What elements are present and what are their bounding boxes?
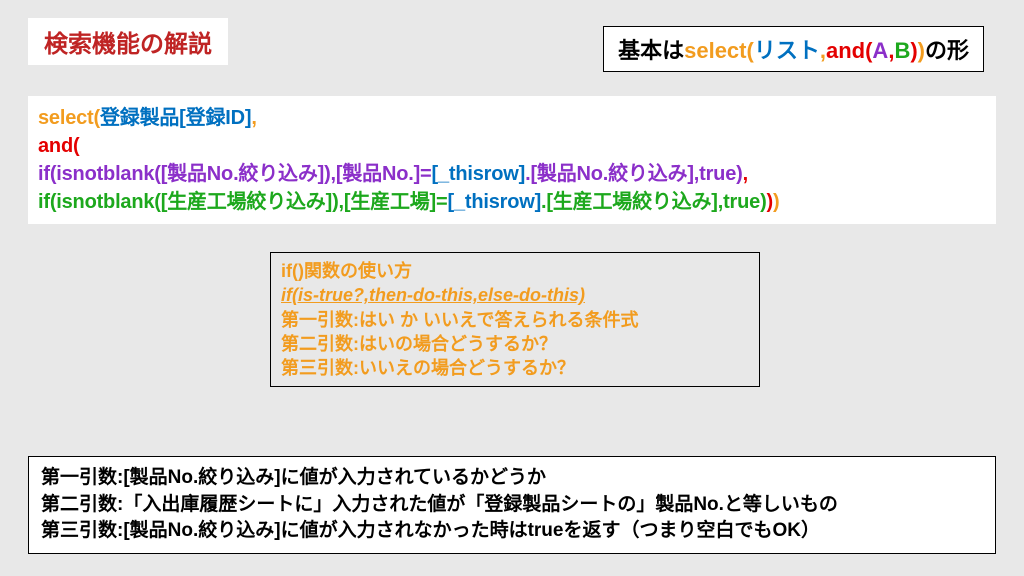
usage-arg3: 第三引数:いいえの場合どうするか？: [281, 356, 749, 380]
code-select-arg: 登録製品[登録ID]: [100, 107, 251, 129]
args-box: 第一引数:[製品No.絞り込み]に値が入力されているかどうか 第二引数:「入出庫…: [28, 456, 996, 554]
usage-arg1: 第一引数:はい か いいえで答えられる条件式: [281, 308, 749, 332]
pattern-list: リスト: [754, 38, 820, 63]
code-if1-b: .[製品No.絞り込み],true): [525, 163, 743, 185]
pattern-box: 基本はselect(リスト,and(A,B))の形: [603, 26, 984, 72]
code-line-3: if(isnotblank([製品No.絞り込み]),[製品No.]=[_thi…: [38, 160, 986, 188]
code-and-kw: and(: [38, 135, 79, 157]
code-select-comma: ,: [251, 107, 256, 129]
code-if2-a: if(isnotblank([生産工場絞り込み]),[生産工場]=: [38, 191, 447, 213]
usage-arg2: 第二引数:はいの場合どうするか？: [281, 332, 749, 356]
code-if2-b: .[生産工場絞り込み],true): [541, 191, 766, 213]
args-line-1: 第一引数:[製品No.絞り込み]に値が入力されているかどうか: [41, 465, 983, 492]
args-line-2: 第二引数:「入出庫履歴シートに」入力された値が「登録製品シートの」製品No.と等…: [41, 492, 983, 519]
usage-box: if()関数の使い方 if(is-true?,then-do-this,else…: [270, 252, 760, 387]
pattern-and: and(: [826, 38, 872, 63]
code-if1-comma: ,: [743, 163, 748, 185]
code-box: select(登録製品[登録ID], and( if(isnotblank([製…: [28, 96, 996, 224]
pattern-b: B: [894, 38, 910, 63]
code-if1-a: if(isnotblank([製品No.絞り込み]),[製品No.]=: [38, 163, 432, 185]
pattern-text: 基本はselect(リスト,and(A,B))の形: [618, 38, 969, 63]
code-line-2: and(: [38, 132, 986, 160]
pattern-prefix: 基本は: [618, 38, 684, 63]
code-select-kw: select(: [38, 107, 100, 129]
code-line-4: if(isnotblank([生産工場絞り込み]),[生産工場]=[_thisr…: [38, 188, 986, 216]
code-close-select: ): [773, 191, 779, 213]
pattern-close2: ): [918, 38, 925, 63]
code-line-1: select(登録製品[登録ID],: [38, 104, 986, 132]
code-if2-thisrow: [_thisrow]: [447, 191, 541, 213]
usage-title: if()関数の使い方: [281, 259, 749, 283]
code-if1-thisrow: [_thisrow]: [432, 163, 526, 185]
title-box: 検索機能の解説: [28, 18, 228, 65]
pattern-a: A: [872, 38, 888, 63]
page-title: 検索機能の解説: [44, 31, 212, 58]
pattern-close1: ): [910, 38, 917, 63]
pattern-select: select(: [684, 38, 754, 63]
args-line-3: 第三引数:[製品No.絞り込み]に値が入力されなかった時はtrueを返す（つまり…: [41, 518, 983, 545]
usage-syntax: if(is-true?,then-do-this,else-do-this): [281, 283, 749, 307]
pattern-suffix: の形: [925, 38, 969, 63]
